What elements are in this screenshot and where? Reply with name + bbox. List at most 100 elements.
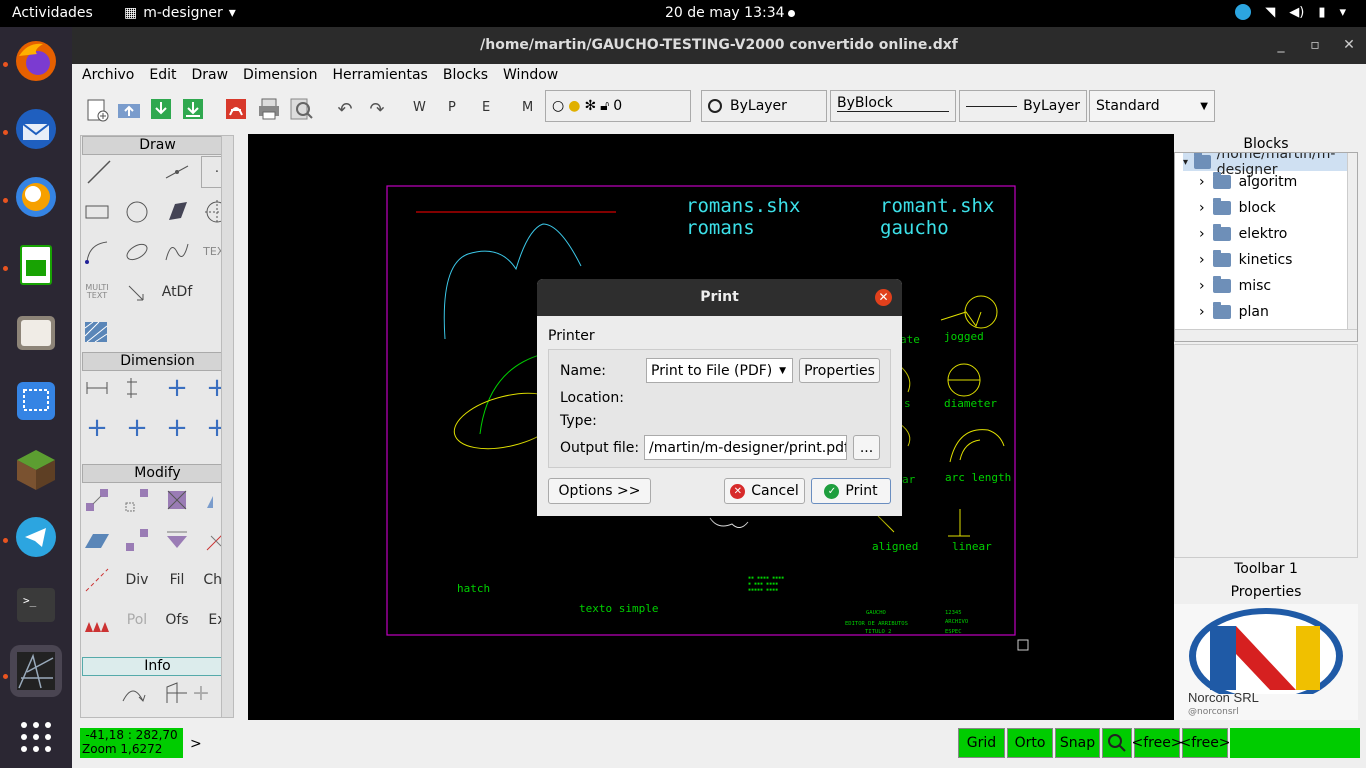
activities-button[interactable]: Actividades xyxy=(12,5,93,21)
tree-item-kinetics[interactable]: › kinetics xyxy=(1199,249,1292,271)
save-as-icon[interactable] xyxy=(178,94,208,124)
dialog-titlebar[interactable]: Print ✕ xyxy=(537,279,902,316)
tree-item-block[interactable]: › block xyxy=(1199,197,1276,219)
system-tray[interactable]: ◥ ◀) ▮ ▾ xyxy=(1235,4,1346,20)
print-preview-icon[interactable] xyxy=(286,94,316,124)
menu-blocks[interactable]: Blocks xyxy=(443,67,488,83)
scale-tool-icon[interactable] xyxy=(161,484,193,516)
libreoffice-calc-icon[interactable] xyxy=(10,239,62,291)
screenshot-icon[interactable] xyxy=(10,375,62,427)
snap-toggle[interactable]: Snap xyxy=(1055,728,1100,758)
circle-tool-icon[interactable] xyxy=(121,196,153,228)
dimension-header[interactable]: Dimension xyxy=(82,352,233,371)
tree-item-plan[interactable]: › plan xyxy=(1199,301,1269,323)
close-icon[interactable]: ✕ xyxy=(875,289,892,306)
menu-window[interactable]: Window xyxy=(503,67,558,83)
toolbar-e-button[interactable]: E xyxy=(482,100,490,115)
hatch-tool-icon[interactable] xyxy=(81,316,113,348)
info-header[interactable]: Info xyxy=(82,657,233,676)
firefox-icon[interactable] xyxy=(10,35,62,87)
line-tool-icon[interactable] xyxy=(83,156,115,188)
files-icon[interactable] xyxy=(10,307,62,359)
zoom-search-icon[interactable] xyxy=(1102,728,1132,758)
close-icon[interactable]: ✕ xyxy=(1332,27,1366,64)
undo-icon[interactable]: ↶ xyxy=(330,94,360,124)
orto-toggle[interactable]: Orto xyxy=(1007,728,1053,758)
print-button[interactable]: ✓ Print xyxy=(811,478,891,504)
menu-dimension[interactable]: Dimension xyxy=(243,67,317,83)
polyline-tool-icon[interactable] xyxy=(161,156,193,188)
export-pdf-icon[interactable] xyxy=(221,94,251,124)
redo-icon[interactable]: ↷ xyxy=(362,94,392,124)
menu-herramientas[interactable]: Herramientas xyxy=(332,67,427,83)
tree-item-elektro[interactable]: › elektro xyxy=(1199,223,1287,245)
gnome-web-icon[interactable] xyxy=(10,171,62,223)
show-apps-icon[interactable] xyxy=(10,711,62,763)
move-tool-icon[interactable] xyxy=(81,484,113,516)
dim-add-icon[interactable]: + xyxy=(121,412,153,444)
stretch-tool-icon[interactable] xyxy=(81,524,113,556)
multitext-tool[interactable]: MULTI TEXT xyxy=(81,276,113,308)
break-tool-icon[interactable] xyxy=(81,564,113,596)
terminal-icon[interactable]: >_ xyxy=(10,579,62,631)
maximize-icon[interactable]: ▫ xyxy=(1298,27,1332,64)
blocks-tree[interactable]: ▾ /home/martin/m-designer › algoritm › blo… xyxy=(1174,152,1358,342)
open-folder-icon[interactable] xyxy=(114,94,144,124)
add-info-icon[interactable]: + xyxy=(185,677,217,709)
print-icon[interactable] xyxy=(254,94,284,124)
telegram-tray-icon[interactable] xyxy=(1235,4,1252,20)
free-slot-2[interactable]: <free> xyxy=(1179,728,1231,758)
ofs-tool[interactable]: Ofs xyxy=(161,604,193,636)
browse-button[interactable]: ... xyxy=(853,435,880,460)
fil-tool[interactable]: Fil xyxy=(161,564,193,596)
rectangle-tool-icon[interactable] xyxy=(81,196,113,228)
line-type-combo[interactable]: ByLayer xyxy=(959,90,1087,122)
tree-horizontal-scrollbar[interactable] xyxy=(1175,329,1357,341)
minimize-icon[interactable]: _ xyxy=(1264,27,1298,64)
free-slot-1[interactable]: <free> xyxy=(1131,728,1183,758)
rotate-tool-icon[interactable] xyxy=(121,524,153,556)
cancel-button[interactable]: ✕ Cancel xyxy=(724,478,805,504)
new-file-icon[interactable] xyxy=(82,94,112,124)
layer-combo[interactable]: ○ ● ✻ 🔓︎ 0 xyxy=(545,90,691,122)
array-tool-icon[interactable] xyxy=(81,604,113,636)
explode-tool-icon[interactable] xyxy=(161,524,193,556)
polygon-fill-tool-icon[interactable] xyxy=(161,196,193,228)
angle-info-icon[interactable] xyxy=(117,677,149,709)
dim-add-icon[interactable]: + xyxy=(81,412,113,444)
dim-aligned-icon[interactable] xyxy=(121,372,153,404)
menu-edit[interactable]: Edit xyxy=(149,67,176,83)
dim-style-combo[interactable]: Standard ▼ xyxy=(1089,90,1215,122)
properties-button[interactable]: Properties xyxy=(799,358,880,383)
telegram-icon[interactable] xyxy=(10,511,62,563)
dim-add-icon[interactable]: + xyxy=(161,372,193,404)
tree-vertical-scrollbar[interactable] xyxy=(1347,153,1357,329)
tree-root[interactable]: ▾ /home/martin/m-designer xyxy=(1183,153,1357,178)
clock[interactable]: 20 de may 13:34 xyxy=(665,5,785,21)
spline-tool-icon[interactable] xyxy=(161,236,193,268)
tree-item-misc[interactable]: › misc xyxy=(1199,275,1271,297)
draw-header[interactable]: Draw xyxy=(82,136,233,155)
printer-select[interactable]: Print to File (PDF) ▼ xyxy=(646,358,793,383)
toolbar-m-button[interactable]: M xyxy=(522,100,533,115)
tree-item-algoritm[interactable]: › algoritm xyxy=(1199,171,1297,193)
window-titlebar[interactable]: /home/martin/GAUCHO-TESTING-V2000 conver… xyxy=(72,27,1366,64)
options-button[interactable]: Options >> xyxy=(548,478,651,504)
text-align-tool-icon[interactable] xyxy=(121,276,153,308)
modify-header[interactable]: Modify xyxy=(82,464,233,483)
arc-tool-icon[interactable] xyxy=(81,236,113,268)
m-designer-icon[interactable] xyxy=(10,645,62,697)
toolbar-p-button[interactable]: P xyxy=(448,100,456,115)
toolbar-w-button[interactable]: W xyxy=(413,100,426,115)
dim-linear-icon[interactable] xyxy=(81,372,113,404)
line-width-combo[interactable]: ByBlock xyxy=(830,90,956,122)
atdf-tool[interactable]: AtDf xyxy=(161,276,193,308)
pol-tool[interactable]: Pol xyxy=(121,604,153,636)
command-prompt[interactable]: > xyxy=(190,736,202,752)
copy-tool-icon[interactable] xyxy=(121,484,153,516)
save-icon[interactable] xyxy=(146,94,176,124)
div-tool[interactable]: Div xyxy=(121,564,153,596)
ellipse-tool-icon[interactable] xyxy=(121,236,153,268)
output-file-input[interactable]: /martin/m-designer/print.pdf xyxy=(644,435,847,460)
menu-archivo[interactable]: Archivo xyxy=(82,67,134,83)
